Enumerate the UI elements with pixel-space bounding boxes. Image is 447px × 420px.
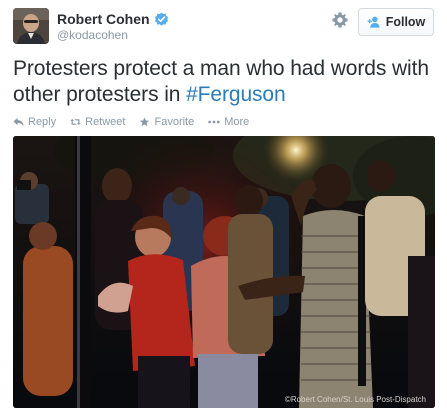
tweet-photo[interactable]: ©Robert Cohen/St. Louis Post-Dispatch xyxy=(13,136,435,408)
favorite-action[interactable]: Favorite xyxy=(139,116,194,128)
hashtag-link[interactable]: #Ferguson xyxy=(186,83,286,106)
more-action[interactable]: More xyxy=(208,116,249,128)
retweet-label: Retweet xyxy=(85,116,126,128)
retweet-action[interactable]: Retweet xyxy=(70,116,125,128)
more-icon xyxy=(208,120,220,124)
avatar[interactable] xyxy=(13,8,49,44)
gear-icon[interactable] xyxy=(331,11,349,29)
retweet-icon xyxy=(70,118,81,126)
verified-badge-icon xyxy=(154,12,168,26)
reply-action[interactable]: Reply xyxy=(13,116,56,128)
reply-icon xyxy=(13,117,24,127)
reply-label: Reply xyxy=(28,116,57,128)
star-icon xyxy=(140,117,150,127)
favorite-label: Favorite xyxy=(154,116,195,128)
tweet-text: Protesters protect a man who had words w… xyxy=(13,56,433,108)
display-name[interactable]: Robert Cohen xyxy=(57,11,150,27)
protest-photo-image xyxy=(13,136,435,408)
more-label: More xyxy=(224,116,250,128)
follow-button-label: Follow xyxy=(385,15,426,29)
user-avatar-icon xyxy=(13,8,49,44)
follow-button[interactable]: Follow xyxy=(358,8,434,36)
photo-credit: ©Robert Cohen/St. Louis Post-Dispatch xyxy=(284,395,426,404)
user-name-row: Robert Cohen xyxy=(57,11,169,27)
add-user-icon xyxy=(367,16,380,28)
user-handle[interactable]: @kodacohen xyxy=(57,28,128,42)
tweet-card: Robert Cohen @kodacohen Follow Protester… xyxy=(0,0,447,420)
tweet-actions: Reply Retweet Favorite More xyxy=(13,116,249,128)
